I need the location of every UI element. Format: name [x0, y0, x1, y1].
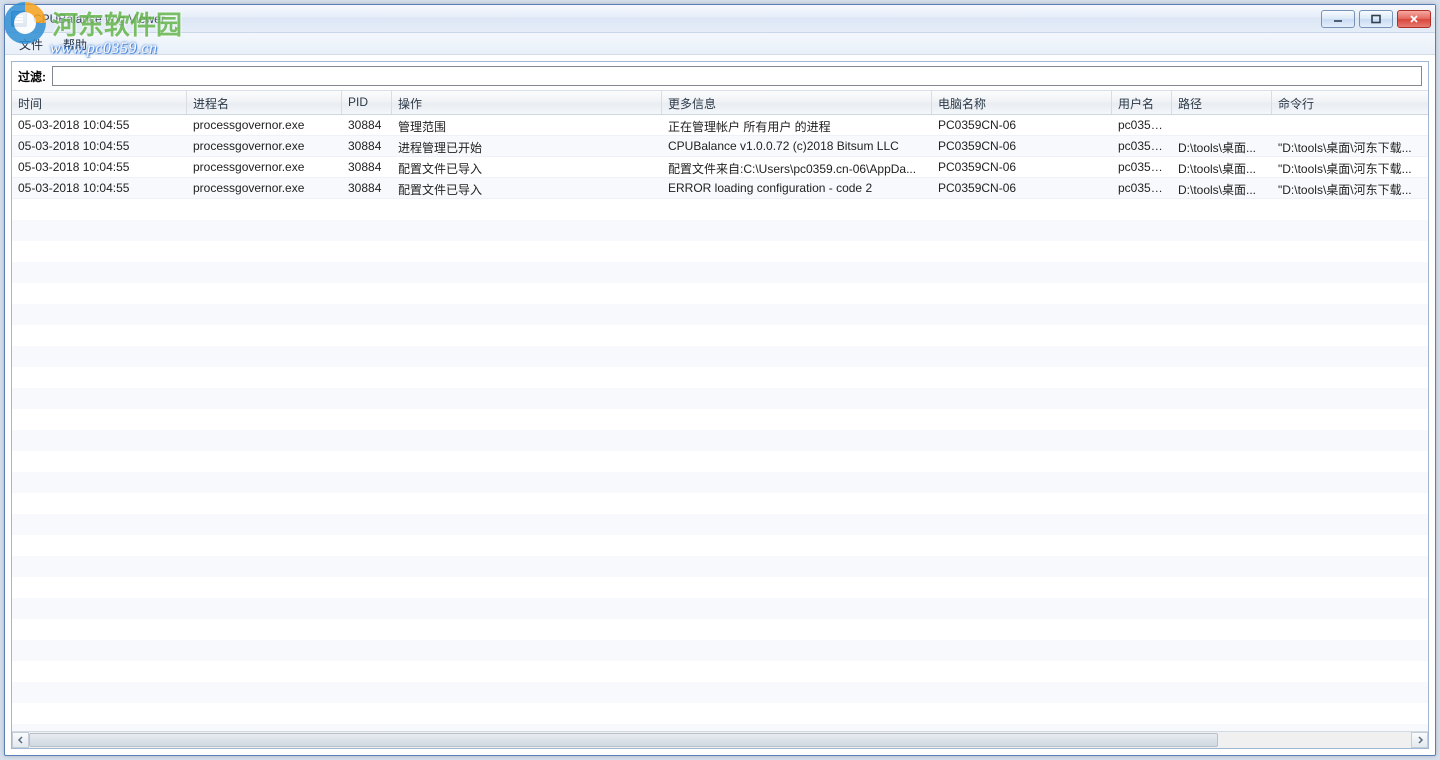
table-header: 时间 进程名 PID 操作 更多信息 电脑名称 用户名 路径 命令行 [12, 91, 1428, 115]
cell-process: processgovernor.exe [187, 178, 342, 198]
cell-time: 05-03-2018 10:04:55 [12, 157, 187, 177]
col-user[interactable]: 用户名 [1112, 91, 1172, 114]
cell-pid: 30884 [342, 157, 392, 177]
maximize-button[interactable] [1359, 10, 1393, 28]
col-computer[interactable]: 电脑名称 [932, 91, 1112, 114]
cell-action: 进程管理已开始 [392, 136, 662, 156]
scroll-thumb[interactable] [29, 733, 1218, 747]
filter-input[interactable] [52, 66, 1422, 86]
titlebar[interactable]: CPUBalance Log Viewer [5, 5, 1435, 33]
cell-more: 正在管理帐户 所有用户 的进程 [662, 115, 932, 135]
cell-action: 管理范围 [392, 115, 662, 135]
menu-help[interactable]: 帮助 [53, 33, 97, 54]
filter-row: 过滤: [12, 62, 1428, 91]
cell-process: processgovernor.exe [187, 136, 342, 156]
window-controls [1321, 10, 1433, 28]
col-path[interactable]: 路径 [1172, 91, 1272, 114]
table-row[interactable]: 05-03-2018 10:04:55processgovernor.exe30… [12, 178, 1428, 199]
col-more[interactable]: 更多信息 [662, 91, 932, 114]
scroll-right-button[interactable] [1411, 732, 1428, 748]
col-action[interactable]: 操作 [392, 91, 662, 114]
cell-more: 配置文件来自:C:\Users\pc0359.cn-06\AppDa... [662, 157, 932, 177]
table-row[interactable]: 05-03-2018 10:04:55processgovernor.exe30… [12, 136, 1428, 157]
cell-process: processgovernor.exe [187, 157, 342, 177]
scroll-left-button[interactable] [12, 732, 29, 748]
cell-path: D:\tools\桌面... [1172, 157, 1272, 177]
app-window: CPUBalance Log Viewer 文件 帮助 过滤: 时间 进程名 [4, 4, 1436, 756]
menubar: 文件 帮助 [5, 33, 1435, 55]
cell-time: 05-03-2018 10:04:55 [12, 115, 187, 135]
log-table: 时间 进程名 PID 操作 更多信息 电脑名称 用户名 路径 命令行 05-03… [12, 91, 1428, 731]
cell-user: pc0359.c... [1112, 178, 1172, 198]
cell-computer: PC0359CN-06 [932, 157, 1112, 177]
cell-computer: PC0359CN-06 [932, 178, 1112, 198]
cell-computer: PC0359CN-06 [932, 115, 1112, 135]
cell-process: processgovernor.exe [187, 115, 342, 135]
cell-more: ERROR loading configuration - code 2 [662, 178, 932, 198]
cell-pid: 30884 [342, 136, 392, 156]
cell-cmd: "D:\tools\桌面\河东下载... [1272, 136, 1428, 156]
cell-path: D:\tools\桌面... [1172, 178, 1272, 198]
cell-action: 配置文件已导入 [392, 178, 662, 198]
minimize-button[interactable] [1321, 10, 1355, 28]
table-row[interactable]: 05-03-2018 10:04:55processgovernor.exe30… [12, 115, 1428, 136]
cell-more: CPUBalance v1.0.0.72 (c)2018 Bitsum LLC [662, 136, 932, 156]
cell-computer: PC0359CN-06 [932, 136, 1112, 156]
horizontal-scrollbar[interactable] [12, 731, 1428, 748]
cell-time: 05-03-2018 10:04:55 [12, 136, 187, 156]
cell-time: 05-03-2018 10:04:55 [12, 178, 187, 198]
cell-path [1172, 115, 1272, 135]
table-row[interactable]: 05-03-2018 10:04:55processgovernor.exe30… [12, 157, 1428, 178]
content-panel: 过滤: 时间 进程名 PID 操作 更多信息 电脑名称 用户名 路径 命令行 0… [11, 61, 1429, 749]
cell-pid: 30884 [342, 115, 392, 135]
col-cmd[interactable]: 命令行 [1272, 91, 1428, 114]
cell-cmd: "D:\tools\桌面\河东下载... [1272, 157, 1428, 177]
col-process[interactable]: 进程名 [187, 91, 342, 114]
col-pid[interactable]: PID [342, 91, 392, 114]
app-icon [11, 11, 27, 27]
cell-pid: 30884 [342, 178, 392, 198]
window-title: CPUBalance Log Viewer [33, 12, 165, 26]
table-body[interactable]: 05-03-2018 10:04:55processgovernor.exe30… [12, 115, 1428, 731]
cell-user: pc0359.c... [1112, 136, 1172, 156]
cell-path: D:\tools\桌面... [1172, 136, 1272, 156]
filter-label: 过滤: [18, 68, 46, 85]
cell-user: pc0359.c... [1112, 115, 1172, 135]
scroll-track[interactable] [29, 732, 1411, 748]
menu-file[interactable]: 文件 [9, 33, 53, 54]
close-button[interactable] [1397, 10, 1431, 28]
col-time[interactable]: 时间 [12, 91, 187, 114]
cell-cmd [1272, 115, 1428, 135]
cell-cmd: "D:\tools\桌面\河东下载... [1272, 178, 1428, 198]
cell-action: 配置文件已导入 [392, 157, 662, 177]
cell-user: pc0359.c... [1112, 157, 1172, 177]
